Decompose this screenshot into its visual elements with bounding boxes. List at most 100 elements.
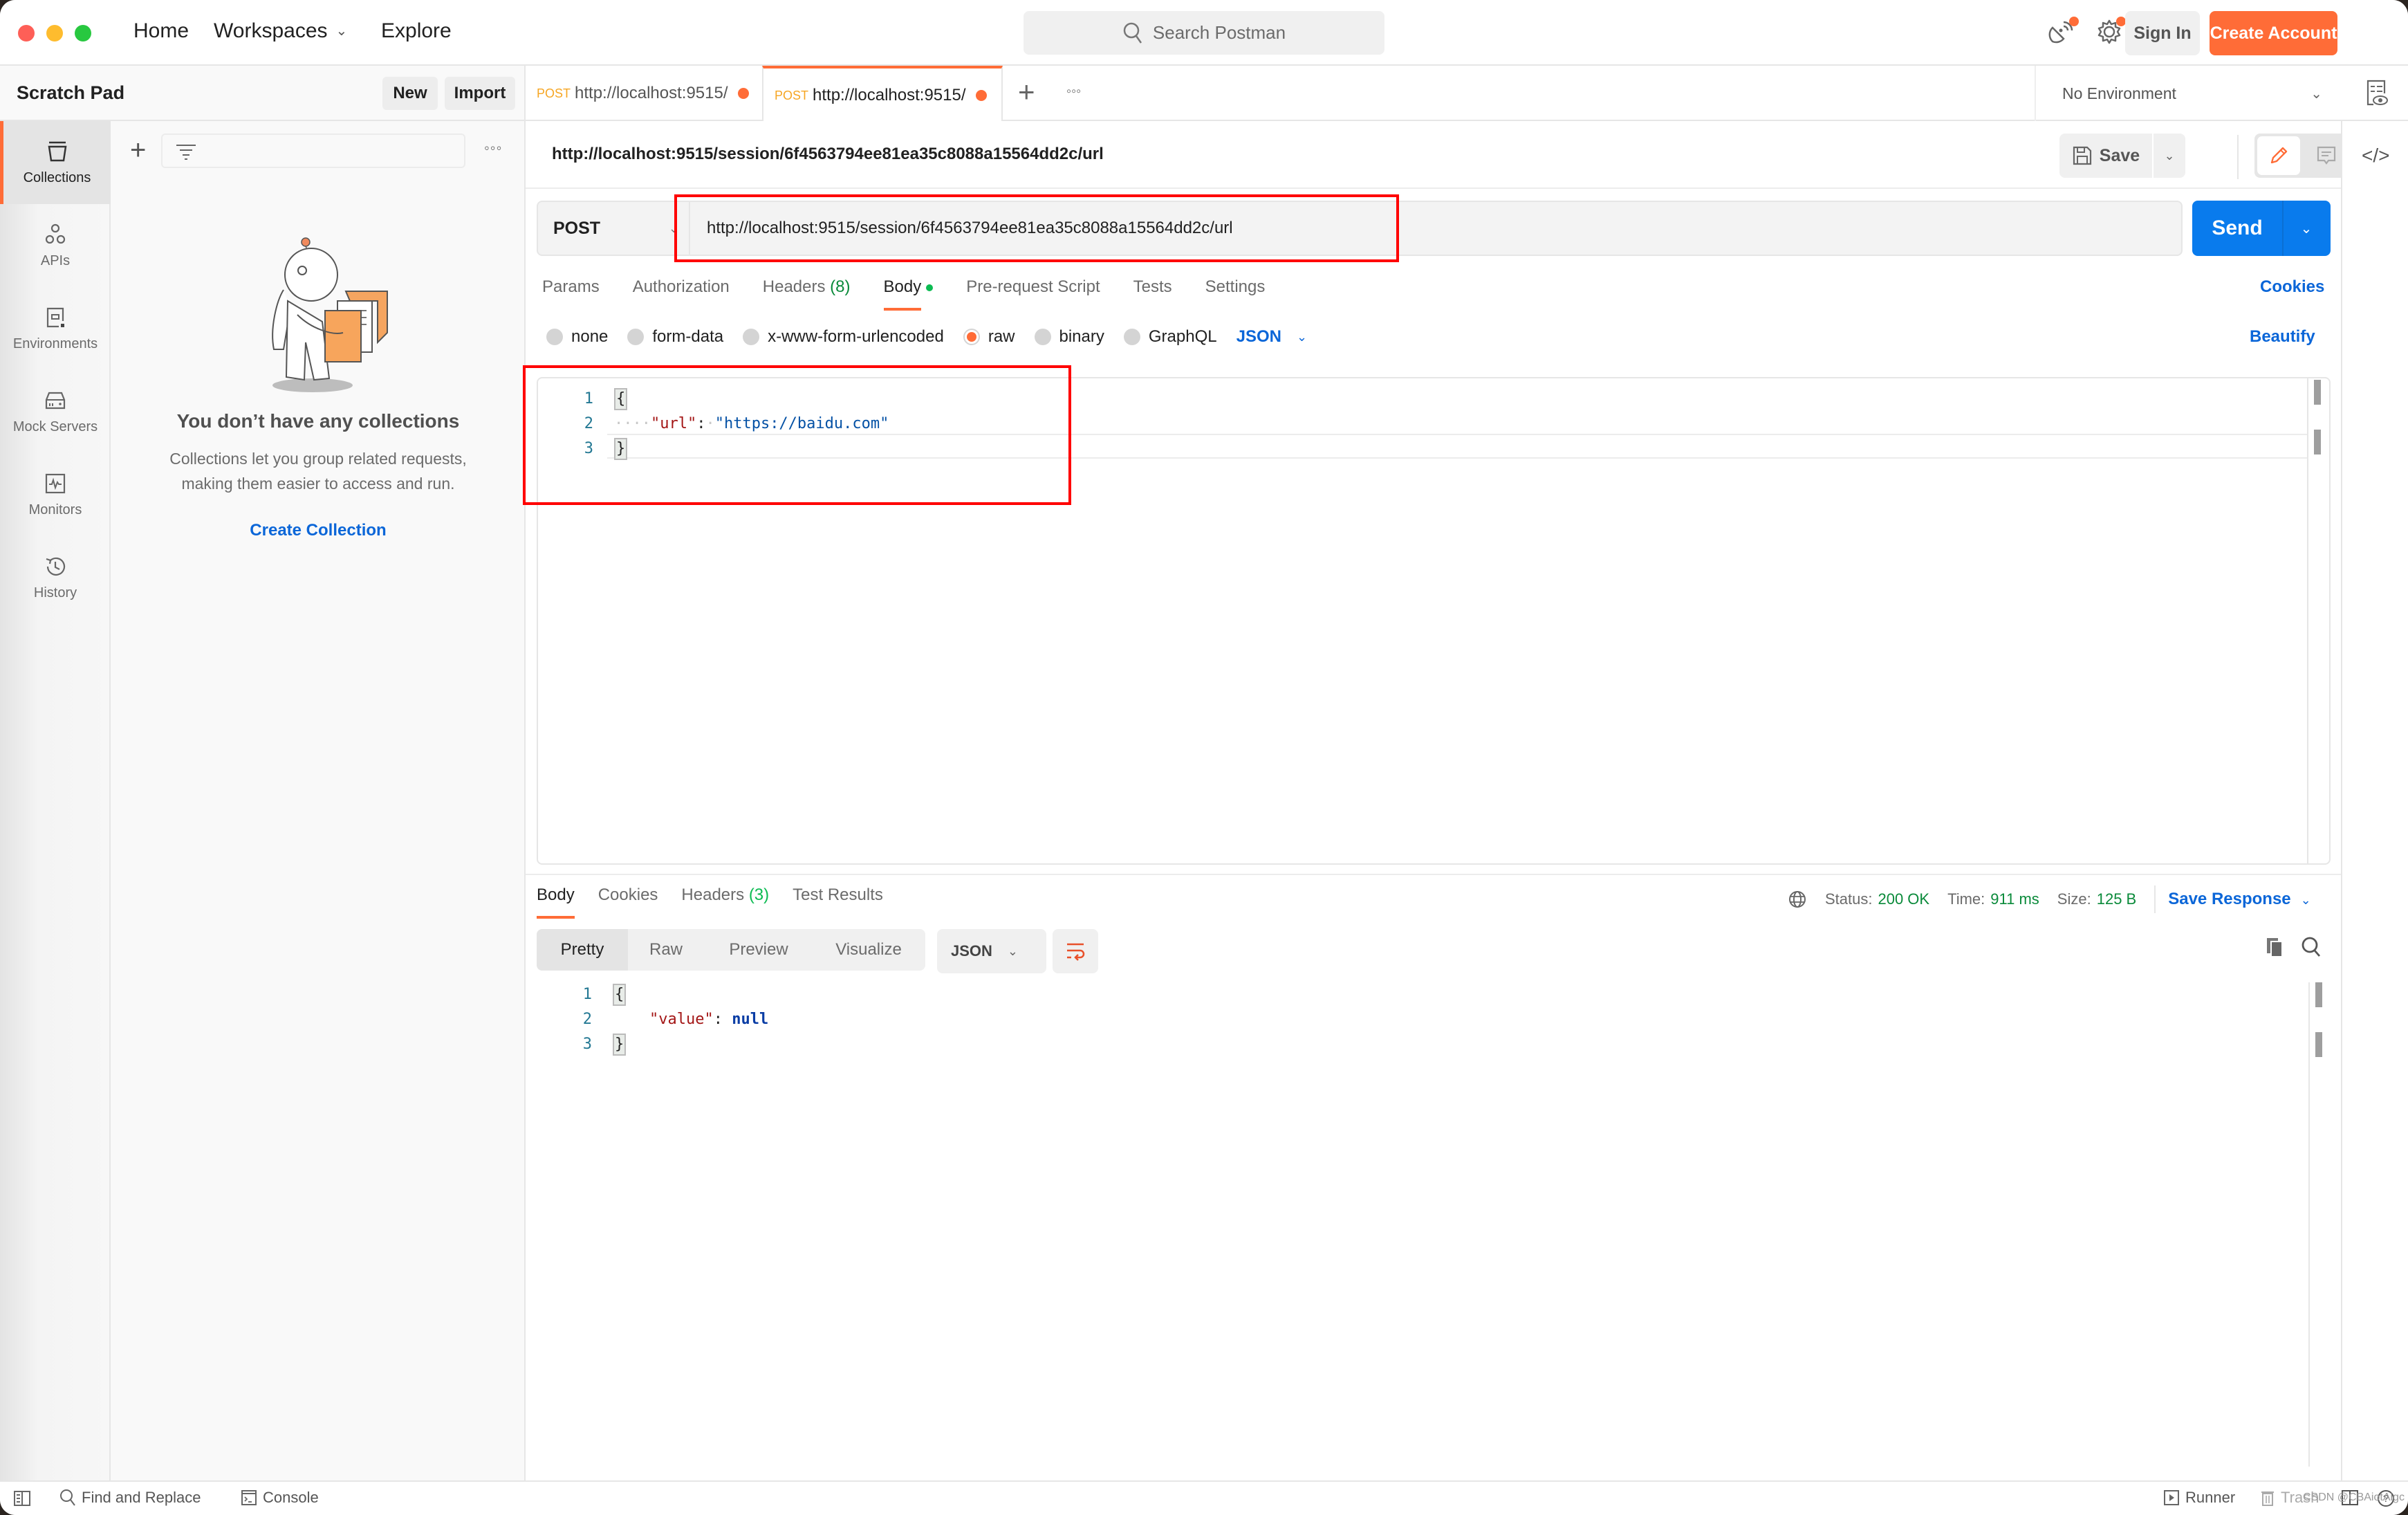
save-group: Save ⌄ [2059, 134, 2185, 179]
satellite-icon[interactable] [2048, 17, 2079, 46]
radio-button[interactable] [1123, 329, 1140, 345]
search-icon[interactable] [2301, 936, 2322, 958]
tab-method: POST [537, 86, 571, 100]
headers-count: (3) [748, 885, 770, 904]
sign-in-button[interactable]: Sign In [2125, 11, 2200, 55]
send-options-chevron[interactable]: ⌄ [2284, 201, 2329, 256]
radio-button-selected[interactable] [963, 329, 980, 345]
tab-body[interactable]: Body [883, 277, 934, 311]
tab-authorization[interactable]: Authorization [633, 277, 730, 297]
view-preview[interactable]: Preview [704, 929, 813, 971]
sidebar-item-monitors[interactable]: Monitors [0, 453, 111, 536]
tab-label: Headers [762, 277, 826, 296]
radio-button[interactable] [546, 329, 563, 345]
radio-button[interactable] [627, 329, 645, 345]
radio-button[interactable] [1034, 329, 1051, 345]
app-header: Home Workspaces ⌄ Explore Search Postman … [0, 0, 2408, 66]
tab-params[interactable]: Params [542, 277, 600, 297]
editor-scroll-track [2307, 378, 2308, 863]
response-tab-body[interactable]: Body [537, 885, 575, 919]
response-body-viewer[interactable]: 1{ 2 "value": null 3} [537, 982, 2331, 1467]
tab-headers[interactable]: Headers (8) [763, 277, 851, 297]
runner-label: Runner [2185, 1489, 2236, 1506]
body-mode-none[interactable]: none [546, 327, 608, 347]
body-mode-form-data[interactable]: form-data [627, 327, 723, 347]
find-and-replace-button[interactable]: Find and Replace [59, 1489, 201, 1507]
import-button[interactable]: Import [445, 77, 515, 110]
send-button[interactable]: Send [2192, 201, 2284, 256]
search-postman-input[interactable]: Search Postman [1024, 11, 1384, 55]
body-mode-binary[interactable]: binary [1034, 327, 1104, 347]
view-visualize[interactable]: Visualize [813, 929, 924, 971]
editor-scrollbar[interactable] [2314, 380, 2321, 405]
radio-button[interactable] [743, 329, 760, 345]
new-button[interactable]: New [382, 77, 438, 110]
window-minimize-button[interactable] [46, 25, 63, 42]
tab-settings[interactable]: Settings [1205, 277, 1266, 297]
sidebar-item-apis[interactable]: APIs [0, 204, 111, 287]
right-context-rail: </> [2341, 121, 2408, 1480]
tab-pre-request-script[interactable]: Pre-request Script [966, 277, 1100, 297]
nav-explore-label: Explore [381, 19, 452, 42]
code-snippet-icon[interactable]: </> [2362, 145, 2389, 167]
sidebar-item-environments[interactable]: Environments [0, 287, 111, 370]
request-tab-active[interactable]: POST http://localhost:9515/ [762, 66, 1003, 122]
url-input[interactable] [692, 202, 2178, 255]
body-mode-urlencoded[interactable]: x-www-form-urlencoded [743, 327, 944, 347]
environment-quick-look-icon[interactable] [2365, 80, 2389, 107]
nav-explore[interactable]: Explore [381, 19, 452, 43]
save-options-chevron[interactable]: ⌄ [2154, 134, 2185, 178]
console-button[interactable]: Console [241, 1489, 319, 1507]
runner-button[interactable]: Runner [2163, 1489, 2235, 1507]
more-options-icon[interactable]: ◦◦◦ [484, 139, 502, 157]
response-tab-headers[interactable]: Headers (3) [681, 885, 769, 905]
sidebar-item-mock-servers[interactable]: Mock Servers [0, 370, 111, 453]
settings-icon[interactable] [2095, 17, 2126, 46]
divider [526, 874, 2341, 875]
line-number: 3 [584, 440, 593, 457]
beautify-button[interactable]: Beautify [2250, 327, 2315, 347]
toggle-sidebar-icon[interactable] [12, 1489, 37, 1508]
tab-label: http://localhost:9515/ [813, 86, 966, 104]
environment-selected: No Environment [2062, 84, 2176, 102]
request-body-editor[interactable]: 1{ 2 ····"url":·"https://baidu.com" 3} [537, 377, 2331, 865]
size-label: Size: [2057, 890, 2091, 908]
save-response-button[interactable]: Save Response ⌄ [2168, 890, 2311, 909]
body-mode-graphql[interactable]: GraphQL [1123, 327, 1217, 347]
sidebar-item-label: Collections [23, 169, 91, 185]
wrap-lines-button[interactable] [1053, 929, 1098, 973]
filter-collections-input[interactable] [161, 134, 465, 168]
globe-icon[interactable] [1788, 890, 1807, 909]
add-collection-icon[interactable]: + [130, 136, 146, 164]
create-collection-link[interactable]: Create Collection [111, 521, 526, 540]
body-mode-raw[interactable]: raw [963, 327, 1015, 347]
edit-mode-button[interactable] [2257, 136, 2300, 175]
view-raw[interactable]: Raw [628, 929, 704, 971]
chevron-down-icon: ⌄ [2310, 86, 2322, 102]
response-format-selector[interactable]: JSON ⌄ [937, 929, 1046, 973]
sidebar-item-collections[interactable]: Collections [0, 121, 111, 204]
request-tab[interactable]: POST http://localhost:9515/ [526, 66, 762, 121]
copy-icon[interactable] [2265, 936, 2286, 958]
cookies-link[interactable]: Cookies [2260, 277, 2324, 297]
comment-icon [2317, 146, 2336, 165]
response-actions [2265, 936, 2322, 958]
environment-selector[interactable]: No Environment ⌄ [2035, 66, 2339, 121]
window-close-button[interactable] [18, 25, 35, 42]
create-account-button[interactable]: Create Account [2210, 11, 2337, 55]
response-tab-cookies[interactable]: Cookies [598, 885, 658, 905]
response-tab-test-results[interactable]: Test Results [793, 885, 883, 905]
view-pretty[interactable]: Pretty [537, 929, 628, 971]
nav-home[interactable]: Home [133, 19, 189, 43]
method-selector[interactable]: POST ⌄ [538, 202, 690, 255]
window-maximize-button[interactable] [75, 25, 91, 42]
save-button[interactable]: Save [2059, 134, 2152, 178]
tabs-more-icon[interactable]: ◦◦◦ [1066, 84, 1081, 100]
raw-language-selector[interactable]: JSON ⌄ [1237, 327, 1307, 347]
nav-workspaces[interactable]: Workspaces ⌄ [214, 19, 347, 43]
empty-desc-line: Collections let you group related reques… [169, 450, 467, 468]
response-scrollbar[interactable] [2315, 982, 2322, 1007]
tab-tests[interactable]: Tests [1133, 277, 1172, 297]
sidebar-item-history[interactable]: History [0, 536, 111, 619]
new-tab-icon[interactable]: + [1018, 75, 1035, 109]
